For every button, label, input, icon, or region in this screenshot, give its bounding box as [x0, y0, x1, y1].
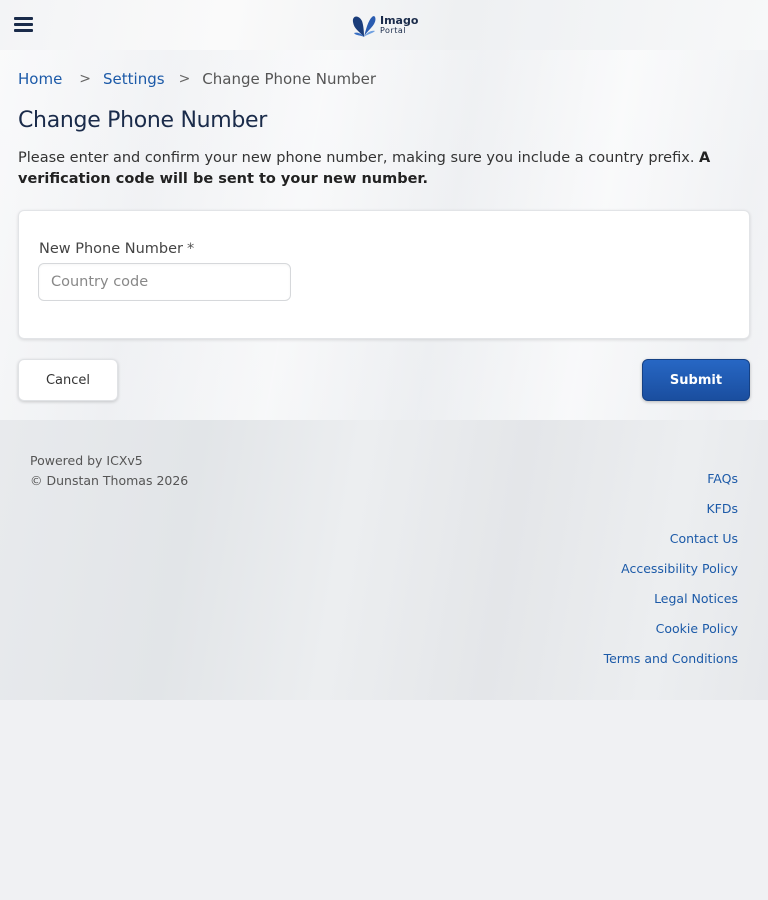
hamburger-menu-icon[interactable] — [14, 17, 33, 33]
imago-portal-logo[interactable]: Imago Portal — [350, 8, 420, 42]
logo-title: Imago — [380, 14, 419, 27]
footer-link-terms-and-conditions[interactable]: Terms and Conditions — [604, 650, 738, 680]
footer-links: FAQs KFDs Contact Us Accessibility Polic… — [604, 470, 738, 680]
footer-link-accessibility-policy[interactable]: Accessibility Policy — [604, 560, 738, 590]
copyright-text: © Dunstan Thomas 2026 — [30, 473, 189, 488]
page-bottom-area — [0, 700, 768, 900]
powered-by-text: Powered by ICXv5 — [30, 453, 143, 468]
intro-instructions: Please enter and confirm your new phone … — [18, 150, 695, 166]
phone-form-card: New Phone Number * — [18, 210, 750, 339]
required-marker: * — [187, 241, 195, 257]
country-code-input[interactable] — [38, 263, 291, 301]
footer-link-contact-us[interactable]: Contact Us — [604, 530, 738, 560]
breadcrumb-settings-link[interactable]: Settings — [103, 70, 165, 88]
footer-link-faqs[interactable]: FAQs — [604, 470, 738, 500]
footer-link-legal-notices[interactable]: Legal Notices — [604, 590, 738, 620]
phone-label-text: New Phone Number — [39, 241, 184, 257]
footer-link-cookie-policy[interactable]: Cookie Policy — [604, 620, 738, 650]
top-header: Imago Portal — [0, 0, 768, 50]
breadcrumb-home-link[interactable]: Home — [18, 70, 62, 88]
logo-subtitle: Portal — [380, 26, 406, 35]
footer-link-kfds[interactable]: KFDs — [604, 500, 738, 530]
footer-credits: Powered by ICXv5 © Dunstan Thomas 2026 — [30, 451, 188, 491]
butterfly-logo-icon — [352, 16, 376, 37]
breadcrumb-separator: > — [178, 71, 191, 87]
breadcrumb-current: Change Phone Number — [202, 70, 376, 88]
submit-button[interactable]: Submit — [642, 359, 750, 401]
breadcrumb-separator: > — [79, 71, 92, 87]
phone-field-label: New Phone Number * — [39, 241, 194, 257]
page-title: Change Phone Number — [18, 108, 268, 133]
intro-text: Please enter and confirm your new phone … — [18, 148, 748, 190]
page-footer: Powered by ICXv5 © Dunstan Thomas 2026 F… — [0, 420, 768, 700]
cancel-button[interactable]: Cancel — [18, 359, 118, 401]
breadcrumb: Home > Settings > Change Phone Number — [18, 69, 376, 89]
